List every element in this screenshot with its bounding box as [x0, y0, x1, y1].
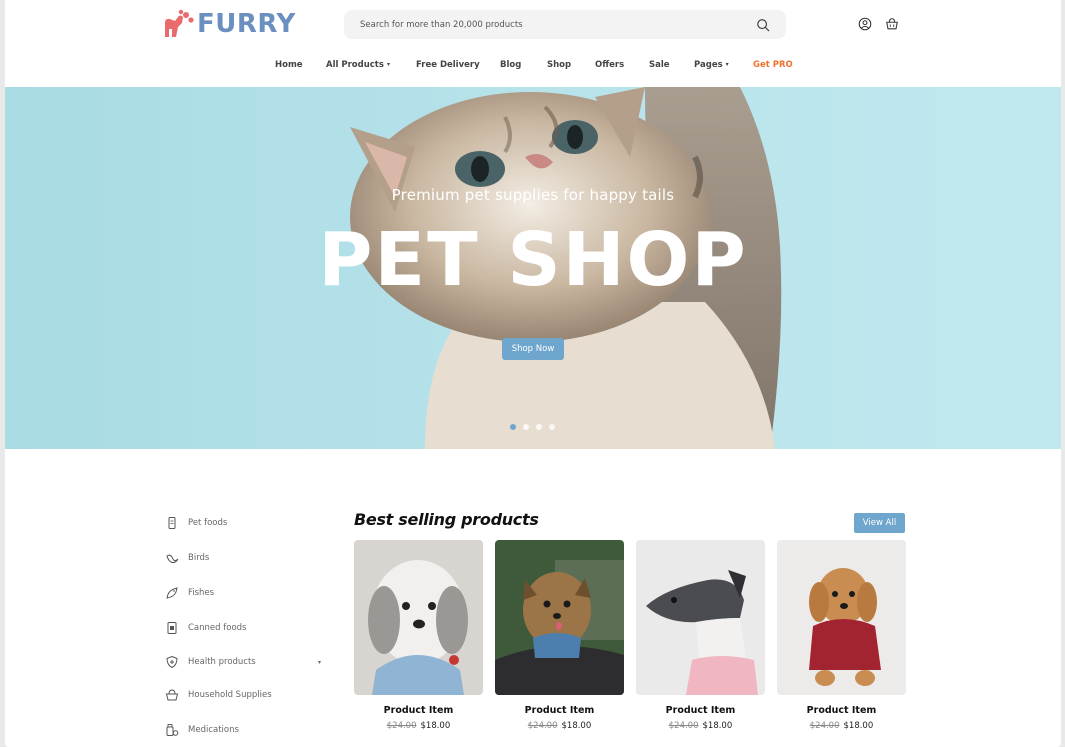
sidebar-item-medications[interactable]: Medications [165, 720, 325, 740]
page: FURRY Home All Products▾ Free Delivery B… [5, 0, 1061, 747]
sale-price: $18.00 [702, 721, 733, 731]
view-all-button[interactable]: View All [854, 513, 905, 533]
nav-all-products[interactable]: All Products ▾ [326, 60, 390, 70]
sidebar-item-pet-foods[interactable]: Pet foods [165, 513, 325, 533]
carousel-dot[interactable] [549, 424, 555, 430]
sidebar-item-label: Pet foods [188, 518, 228, 528]
sale-price: $18.00 [420, 721, 451, 731]
chevron-down-icon: ▾ [725, 61, 729, 68]
user-account-icon[interactable] [858, 17, 872, 31]
old-price: $24.00 [668, 721, 699, 731]
pet-food-icon [168, 517, 176, 529]
sidebar-item-label: Canned foods [188, 623, 247, 633]
paw-logo-icon [165, 9, 194, 37]
product-price: $24.00 $18.00 [636, 721, 765, 731]
product-image[interactable] [777, 540, 906, 695]
cart-basket-icon[interactable] [885, 17, 899, 31]
sidebar-item-label: Fishes [188, 588, 215, 598]
section-title: Best selling products [354, 510, 539, 529]
search-icon[interactable] [756, 18, 770, 32]
hero-subtitle: Premium pet supplies for happy tails [391, 186, 675, 204]
old-price: $24.00 [527, 721, 558, 731]
chevron-down-icon[interactable]: ▾ [318, 659, 321, 666]
product-price: $24.00 $18.00 [495, 721, 624, 731]
product-card[interactable]: Product Item $24.00 $18.00 [777, 540, 906, 731]
sidebar-item-household-supplies[interactable]: Household Supplies [165, 685, 325, 705]
nav-shop[interactable]: Shop [547, 60, 571, 70]
hero-banner: Premium pet supplies for happy tails PET… [5, 87, 1061, 449]
sale-price: $18.00 [843, 721, 874, 731]
shop-now-button[interactable]: Shop Now [502, 338, 564, 360]
product-price: $24.00 $18.00 [777, 721, 906, 731]
product-name[interactable]: Product Item [777, 705, 906, 716]
carousel-dot[interactable] [536, 424, 542, 430]
sidebar-item-canned-foods[interactable]: Canned foods [165, 618, 325, 638]
sidebar-item-health-products[interactable]: Health products ▾ [165, 652, 325, 672]
carousel-dot[interactable] [523, 424, 529, 430]
canned-food-icon [167, 622, 177, 634]
chevron-down-icon: ▾ [386, 61, 390, 68]
product-image[interactable] [636, 540, 765, 695]
medication-icon [166, 724, 179, 736]
carousel-dots [510, 424, 555, 430]
product-price: $24.00 $18.00 [354, 721, 483, 731]
main-nav: Home All Products ▾ Free Delivery Blog Sh… [5, 60, 1061, 78]
nav-home[interactable]: Home [275, 60, 303, 70]
old-price: $24.00 [809, 721, 840, 731]
fish-icon [166, 587, 178, 599]
sidebar-item-label: Health products [188, 657, 256, 667]
sidebar-item-birds[interactable]: Birds [165, 548, 325, 568]
search-input[interactable] [360, 19, 756, 30]
product-image[interactable] [354, 540, 483, 695]
sidebar-item-label: Birds [188, 553, 210, 563]
sale-price: $18.00 [561, 721, 592, 731]
carousel-dot[interactable] [510, 424, 516, 430]
search-bar [344, 10, 786, 39]
sidebar-item-label: Medications [188, 725, 239, 735]
product-card[interactable]: Product Item $24.00 $18.00 [354, 540, 483, 731]
nav-offers[interactable]: Offers [595, 60, 624, 70]
product-name[interactable]: Product Item [636, 705, 765, 716]
brand-logo[interactable]: FURRY [162, 9, 296, 39]
bird-icon [166, 554, 179, 564]
health-shield-icon [166, 655, 178, 669]
old-price: $24.00 [386, 721, 417, 731]
nav-sale[interactable]: Sale [649, 60, 670, 70]
sidebar-item-label: Household Supplies [188, 690, 272, 700]
product-card[interactable]: Product Item $24.00 $18.00 [636, 540, 765, 731]
nav-get-pro[interactable]: Get PRO [753, 60, 793, 70]
brand-name: FURRY [197, 9, 296, 39]
product-name[interactable]: Product Item [354, 705, 483, 716]
product-card[interactable]: Product Item $24.00 $18.00 [495, 540, 624, 731]
nav-pages[interactable]: Pages ▾ [694, 60, 729, 70]
basket-icon [165, 689, 179, 701]
hero-title: PET SHOP [318, 217, 748, 303]
nav-free-delivery[interactable]: Free Delivery [416, 60, 480, 70]
product-image[interactable] [495, 540, 624, 695]
nav-blog[interactable]: Blog [500, 60, 521, 70]
sidebar-item-fishes[interactable]: Fishes [165, 583, 325, 603]
product-name[interactable]: Product Item [495, 705, 624, 716]
